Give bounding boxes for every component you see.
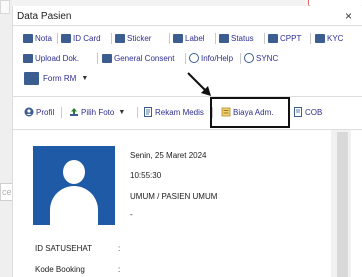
id-card-label: ID Card (73, 33, 101, 43)
annotation-arrow-icon (187, 72, 211, 96)
nota-label: Nota (35, 33, 52, 43)
tab-profil[interactable]: Profil (24, 105, 54, 119)
tab-cob[interactable]: COB (293, 105, 322, 119)
tab-rekam-medis-label: Rekam Medis (155, 107, 204, 117)
kyc-label: KYC (327, 33, 344, 43)
tab-cob-label: COB (305, 107, 323, 117)
form-icon (24, 72, 39, 85)
panel-title: Data Pasien (17, 11, 72, 22)
patient-extra: - (130, 210, 133, 219)
visit-date: Senin, 25 Maret 2024 (130, 151, 207, 160)
kyc-button[interactable]: KYC (315, 31, 343, 45)
printer-icon (61, 33, 71, 43)
avatar (33, 146, 115, 225)
toolbar-separator (169, 33, 170, 44)
nota-button[interactable]: Nota (23, 31, 52, 45)
field-label-id-satusehat: ID SATUSEHAT (35, 244, 93, 253)
sync-icon (244, 53, 254, 63)
upload-dok-label: Upload Dok. (35, 53, 80, 63)
avatar-head (63, 160, 85, 184)
toolbar-separator (310, 33, 311, 44)
form-rm-dropdown[interactable]: Form RM ▼ (24, 72, 88, 85)
cppt-label: CPPT (280, 33, 302, 43)
tab-pilih-foto-label: Pilih Foto (81, 107, 115, 117)
avatar-body (50, 186, 98, 225)
id-card-button[interactable]: ID Card (61, 31, 101, 45)
upload-dok-button[interactable]: Upload Dok. (23, 51, 79, 65)
background-window-corner (0, 0, 10, 14)
printer-icon (219, 33, 229, 43)
annotation-highlight-box (210, 97, 290, 128)
tab-separator (137, 107, 138, 118)
scrollbar-thumb[interactable] (337, 132, 348, 277)
document-icon (294, 107, 302, 117)
printer-icon (23, 33, 33, 43)
tab-profil-label: Profil (36, 107, 55, 117)
upload-icon (70, 108, 78, 116)
chevron-down-icon: ▼ (81, 75, 89, 82)
divider (13, 129, 362, 130)
toolbar-separator (185, 53, 186, 64)
patient-category: UMUM / PASIEN UMUM (130, 192, 218, 201)
info-help-label: Info/Help (201, 53, 234, 63)
tab-separator (61, 107, 62, 118)
profile-icon (24, 107, 34, 117)
toolbar-separator (57, 33, 58, 44)
field-colon: : (118, 244, 121, 253)
field-label-kode-booking: Kode Booking (35, 265, 85, 274)
cppt-button[interactable]: CPPT (268, 31, 301, 45)
printer-icon (315, 33, 325, 43)
label-label: Label (185, 33, 205, 43)
toolbar-separator (111, 33, 112, 44)
toolbar-separator (240, 53, 241, 64)
status-button[interactable]: Status (219, 31, 254, 45)
info-icon (189, 53, 199, 63)
printer-icon (115, 33, 125, 43)
sticker-button[interactable]: Sticker (115, 31, 151, 45)
background-left-strip (0, 0, 12, 277)
sync-label: SYNC (256, 53, 279, 63)
sync-button[interactable]: SYNC (244, 51, 278, 65)
general-consent-label: General Consent (114, 53, 175, 63)
info-help-button[interactable]: Info/Help (189, 51, 233, 65)
toolbar-separator (264, 33, 265, 44)
toolbar-separator (97, 53, 98, 64)
printer-icon (102, 53, 112, 63)
printer-icon (173, 33, 183, 43)
tab-rekam-medis[interactable]: Rekam Medis (143, 105, 204, 119)
close-button[interactable]: × (345, 9, 352, 23)
general-consent-button[interactable]: General Consent (102, 51, 174, 65)
printer-icon (268, 33, 278, 43)
status-label: Status (231, 33, 254, 43)
data-pasien-panel: Data Pasien × Nota ID Card Sticker Label… (12, 6, 362, 277)
visit-time: 10:55:30 (130, 171, 162, 180)
form-rm-label: Form RM (43, 74, 77, 83)
divider (13, 25, 362, 26)
toolbar-separator (215, 33, 216, 44)
chevron-down-icon: ▼ (118, 108, 126, 116)
upload-icon (23, 53, 33, 63)
field-colon: : (118, 265, 121, 274)
tab-pilih-foto[interactable]: Pilih Foto ▼ (69, 105, 125, 119)
document-icon (144, 107, 152, 117)
sticker-label: Sticker (127, 33, 152, 43)
label-button[interactable]: Label (173, 31, 205, 45)
